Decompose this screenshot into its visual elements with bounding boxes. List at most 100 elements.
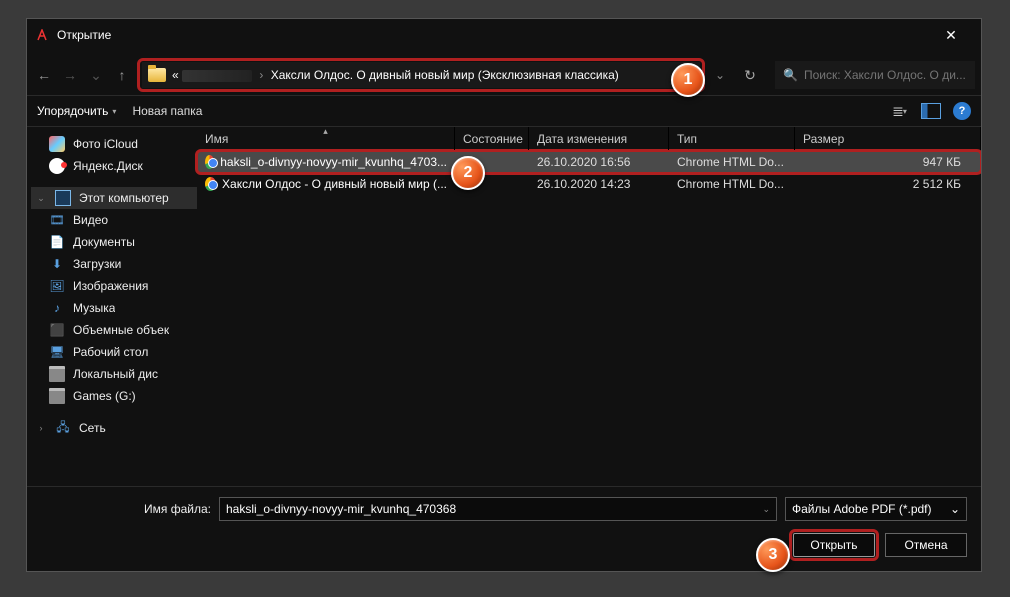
sidebar-icon — [49, 158, 65, 174]
sidebar-item[interactable]: ⬛ Объемные объек — [31, 319, 197, 341]
back-button[interactable]: ← — [33, 63, 55, 87]
table-row[interactable]: Хаксли Олдос - О дивный новый мир (... 26… — [197, 173, 981, 195]
help-button[interactable]: ? — [953, 102, 971, 120]
refresh-button[interactable]: ↻ — [735, 67, 765, 84]
chrome-file-icon — [205, 155, 214, 169]
sidebar-icon: 🖧 — [55, 420, 71, 436]
dialog-footer: Имя файла: haksli_o-divnyy-novyy-mir_kvu… — [27, 486, 981, 571]
expand-icon[interactable]: › — [35, 423, 47, 433]
file-size: 2 512 КБ — [795, 177, 981, 191]
filename-input[interactable]: haksli_o-divnyy-novyy-mir_kvunhq_470368 … — [219, 497, 777, 521]
sidebar-icon — [49, 136, 65, 152]
view-mode-button[interactable]: ≣▾ — [889, 102, 909, 120]
sidebar-item-label: Рабочий стол — [73, 345, 148, 359]
sidebar-item-label: Games (G:) — [73, 389, 136, 403]
file-date: 26.10.2020 16:56 — [529, 155, 669, 169]
sidebar-item[interactable]: ⌄ Этот компьютер — [31, 187, 197, 209]
chevron-down-icon[interactable]: ⌄ — [762, 504, 770, 515]
sidebar-item-label: Музыка — [73, 301, 115, 315]
expand-icon[interactable]: ⌄ — [35, 193, 47, 204]
sidebar-icon — [49, 366, 65, 382]
sidebar-icon — [49, 388, 65, 404]
col-size[interactable]: Размер — [795, 127, 981, 150]
annotation-marker-3: 3 — [756, 538, 790, 572]
sidebar-item[interactable]: ⬇ Загрузки — [31, 253, 197, 275]
sidebar-icon — [55, 190, 71, 206]
sidebar-item[interactable]: ♪ Музыка — [31, 297, 197, 319]
file-date: 26.10.2020 14:23 — [529, 177, 669, 191]
window-title: Открытие — [57, 28, 929, 42]
organize-label: Упорядочить — [37, 104, 108, 118]
forward-button[interactable]: → — [59, 63, 81, 87]
address-dropdown[interactable]: ⌄ — [709, 68, 731, 82]
annotation-marker-1: 1 — [671, 63, 705, 97]
app-icon — [35, 28, 49, 42]
titlebar: Открытие ✕ — [27, 19, 981, 51]
col-type[interactable]: Тип — [669, 127, 795, 150]
sidebar-icon: 🖥 — [49, 344, 65, 360]
sidebar-item[interactable]: 🖥 Рабочий стол — [31, 341, 197, 363]
file-open-dialog: Открытие ✕ ← → ⌄ ↑ « › Хаксли Олдос. О д… — [26, 18, 982, 572]
column-headers: Имя Состояние Дата изменения Тип Размер — [197, 127, 981, 151]
sidebar-item[interactable]: 🎞 Видео — [31, 209, 197, 231]
file-name: Хаксли Олдос - О дивный новый мир (... — [222, 177, 447, 191]
sidebar-item-label: Фото iCloud — [73, 137, 138, 151]
sidebar-icon: 📄 — [49, 234, 65, 250]
sidebar-icon: 🖼 — [49, 278, 65, 294]
sidebar-item-label: Видео — [73, 213, 108, 227]
sidebar-item-label: Объемные объек — [73, 323, 169, 337]
sidebar-item[interactable]: Фото iCloud — [31, 133, 197, 155]
sidebar-item[interactable]: 📄 Документы — [31, 231, 197, 253]
breadcrumb[interactable]: « › Хаксли Олдос. О дивный новый мир (Эк… — [172, 68, 619, 82]
chevron-down-icon: ▾ — [903, 107, 906, 116]
file-size: 947 КБ — [795, 155, 981, 169]
sidebar-item-label: Сеть — [79, 421, 106, 435]
filetype-value: Файлы Adobe PDF (*.pdf) — [792, 502, 932, 516]
sidebar-item[interactable]: 🖼 Изображения — [31, 275, 197, 297]
recent-dropdown[interactable]: ⌄ — [85, 63, 107, 87]
address-bar[interactable]: « › Хаксли Олдос. О дивный новый мир (Эк… — [142, 62, 700, 88]
sidebar-item[interactable]: Локальный дис — [31, 363, 197, 385]
col-state[interactable]: Состояние — [455, 127, 529, 150]
search-input[interactable] — [804, 68, 967, 82]
sidebar-item[interactable]: › 🖧 Сеть — [31, 417, 197, 439]
cancel-button[interactable]: Отмена — [885, 533, 967, 557]
chevron-icon: › — [255, 68, 267, 82]
file-type: Chrome HTML Do... — [669, 177, 795, 191]
close-button[interactable]: ✕ — [929, 20, 973, 50]
file-name: haksli_o-divnyy-novyy-mir_kvunhq_4703... — [220, 155, 447, 169]
sidebar-icon: 🎞 — [49, 212, 65, 228]
col-date[interactable]: Дата изменения — [529, 127, 669, 150]
open-button[interactable]: Открыть — [793, 533, 875, 557]
chevron-down-icon: ▾ — [112, 107, 116, 116]
sidebar-item-label: Загрузки — [73, 257, 121, 271]
organize-button[interactable]: Упорядочить ▾ — [37, 104, 116, 118]
sidebar-item-label: Документы — [73, 235, 135, 249]
chevron-down-icon[interactable]: ⌄ — [950, 502, 960, 516]
file-pane: Имя Состояние Дата изменения Тип Размер … — [197, 127, 981, 486]
sidebar-icon: ⬛ — [49, 322, 65, 338]
sidebar-item[interactable]: Games (G:) — [31, 385, 197, 407]
sidebar-icon: ♪ — [49, 300, 65, 316]
sidebar-item-label: Изображения — [73, 279, 148, 293]
sidebar-icon: ⬇ — [49, 256, 65, 272]
preview-pane-button[interactable] — [921, 103, 941, 119]
filename-label: Имя файла: — [41, 502, 211, 516]
filetype-select[interactable]: Файлы Adobe PDF (*.pdf) ⌄ — [785, 497, 967, 521]
search-box[interactable]: 🔍 — [775, 61, 975, 89]
col-name[interactable]: Имя — [197, 127, 455, 150]
up-button[interactable]: ↑ — [111, 63, 133, 87]
sidebar: Фото iCloud Яндекс.Диск ⌄ Этот компьютер 🎞 Ви… — [27, 127, 197, 486]
sidebar-item[interactable]: Яндекс.Диск — [31, 155, 197, 177]
crumb-current[interactable]: Хаксли Олдос. О дивный новый мир (Эксклю… — [271, 68, 619, 82]
crumb-obscured[interactable] — [182, 70, 252, 82]
search-icon: 🔍 — [783, 68, 798, 82]
filename-value: haksli_o-divnyy-novyy-mir_kvunhq_470368 — [226, 502, 456, 516]
file-list[interactable]: haksli_o-divnyy-novyy-mir_kvunhq_4703...… — [197, 151, 981, 486]
toolbar: Упорядочить ▾ Новая папка ≣▾ ? — [27, 95, 981, 127]
table-row[interactable]: haksli_o-divnyy-novyy-mir_kvunhq_4703...… — [197, 151, 981, 173]
crumb-prefix: « — [172, 68, 179, 82]
annotation-marker-2: 2 — [451, 156, 485, 190]
new-folder-button[interactable]: Новая папка — [132, 104, 202, 118]
sidebar-item-label: Этот компьютер — [79, 191, 169, 205]
